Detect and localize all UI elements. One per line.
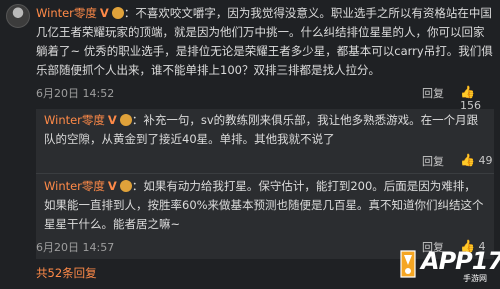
vip-icon (119, 180, 132, 192)
post-text-block: Winter零度 V ：不喜欢咬文嚼字，因为我觉得没意义。职业选手之所以有资格站在中… (36, 4, 494, 80)
reply-like-button[interactable]: 👍 49 (460, 153, 492, 167)
post-meta-row: 6月20日 14:52 回复 👍 156 (36, 82, 494, 112)
reply-item: Winter零度 V ：如果有动力给我打星。保守估计，能打到200。后面是因为难排，… (44, 177, 486, 234)
post-reply-button[interactable]: 回复 (422, 85, 444, 101)
author-avatar[interactable] (6, 4, 30, 28)
main-post: Winter零度 V ：不喜欢咬文嚼字，因为我觉得没意义。职业选手之所以有资格站在中… (36, 4, 494, 80)
verified-v-badge: V (99, 6, 109, 20)
watermark-domain: 手游网 (463, 274, 487, 283)
reply-date: 6月20日 14:57 (36, 241, 115, 254)
reply-author-name[interactable]: Winter零度 (44, 179, 105, 193)
thumbs-up-icon: 👍 (460, 85, 475, 99)
watermark-brand: APP178 (421, 247, 500, 275)
more-replies-link[interactable]: 共52条回复 (36, 265, 97, 281)
post-date: 6月20日 14:52 (36, 87, 115, 100)
logo-emblem-icon (400, 250, 416, 278)
post-author-name[interactable]: Winter零度 (36, 6, 97, 20)
thumbs-up-icon: 👍 (460, 153, 475, 167)
reply-like-count: 49 (478, 154, 493, 167)
vip-icon (111, 7, 124, 19)
verified-v-badge: V (107, 113, 117, 127)
reply-item: Winter零度 V ：补充一句，sv的教练刚来俱乐部，我让他多熟悉游戏。在一个月跟… (44, 111, 486, 149)
reply-divider (36, 173, 494, 174)
verified-v-badge: V (107, 179, 117, 193)
reply-author-name[interactable]: Winter零度 (44, 113, 105, 127)
vip-icon (119, 114, 132, 126)
post-like-button[interactable]: 👍 156 (460, 85, 494, 112)
reply-meta-row: 回复 👍 49 (36, 150, 494, 170)
reply-reply-button[interactable]: 回复 (422, 153, 444, 169)
watermark-logo: APP178 手游网 (395, 245, 500, 285)
